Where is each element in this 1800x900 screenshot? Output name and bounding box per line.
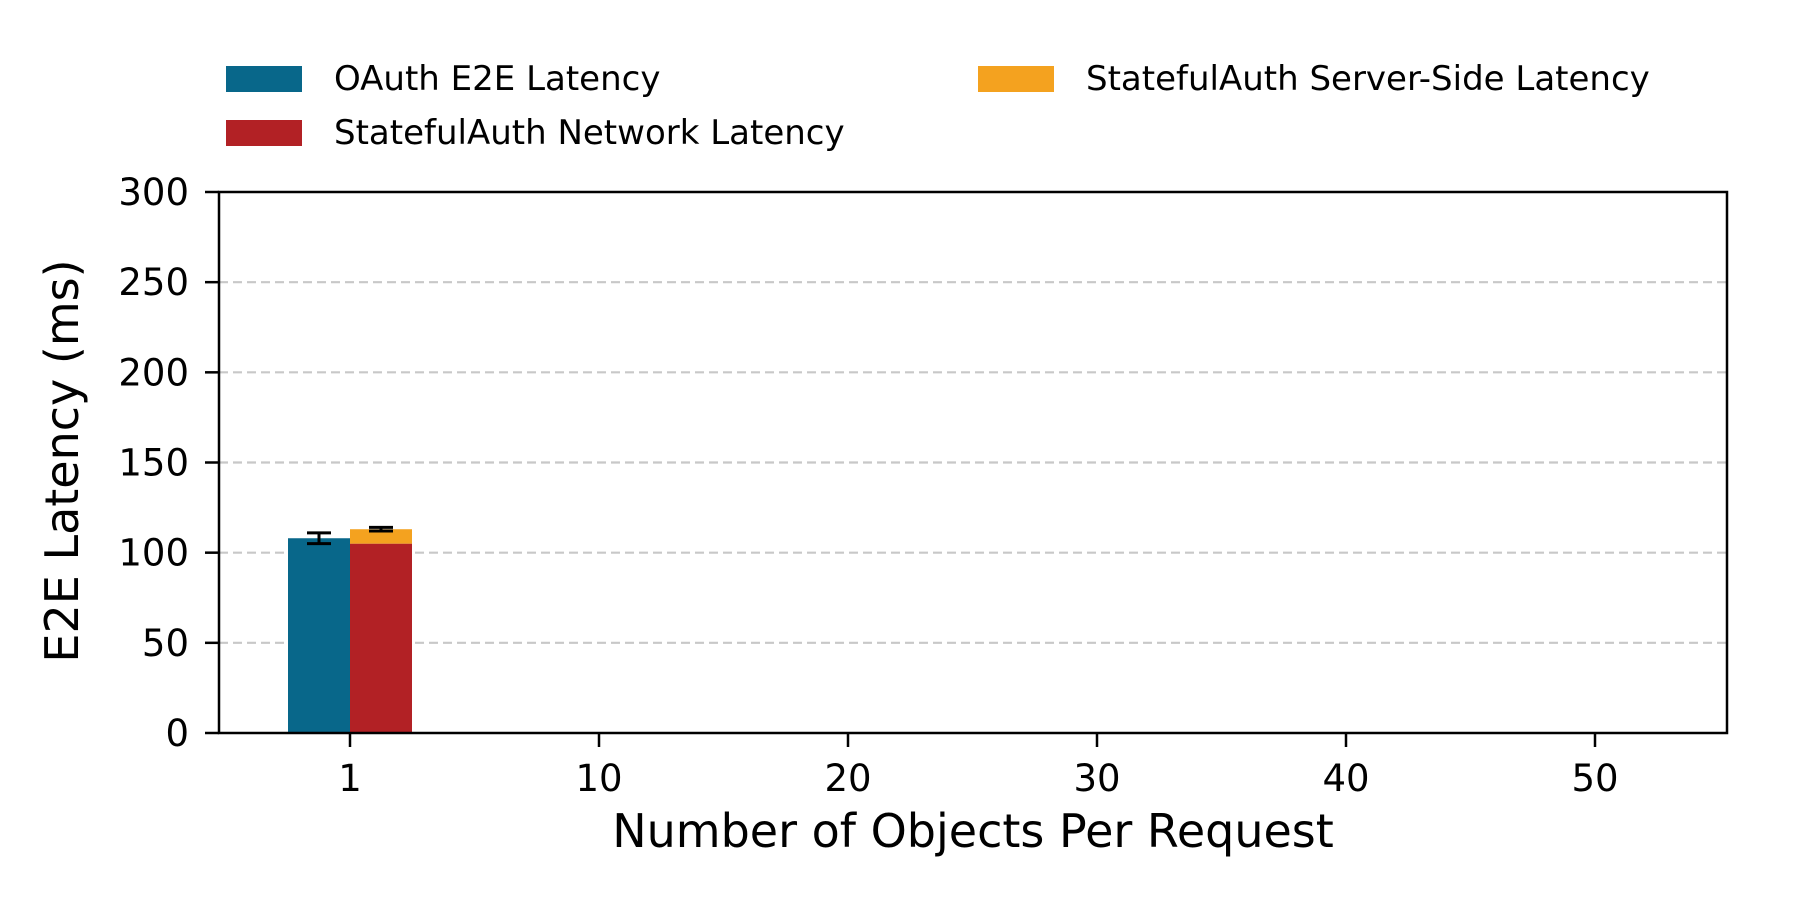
- y-tick-label: 300: [118, 171, 189, 214]
- y-axis: 0 50 100 150 200 250 300: [118, 171, 219, 755]
- x-tick-label: 1: [338, 757, 362, 800]
- y-tick-label: 0: [165, 712, 189, 755]
- error-bars: [307, 525, 1641, 734]
- legend-label: StatefulAuth Server-Side Latency: [1086, 59, 1650, 99]
- legend-swatch: [226, 66, 302, 92]
- legend-swatch: [978, 66, 1054, 92]
- bar-statefulauth-network-latency: [350, 543, 412, 733]
- x-tick-label: 40: [1322, 757, 1369, 800]
- legend-label: StatefulAuth Network Latency: [334, 113, 845, 153]
- y-tick-label: 150: [118, 442, 189, 485]
- bars: [288, 529, 412, 733]
- x-axis: 1 10 20 30 40 50: [338, 733, 1619, 800]
- y-tick-label: 200: [118, 351, 189, 394]
- latency-bar-chart: 0 50 100 150 200 250 300 1 10 20 30 40 50 Number of…: [35, 59, 1729, 858]
- x-axis-title: Number of Objects Per Request: [612, 804, 1334, 858]
- x-tick-label: 30: [1073, 757, 1120, 800]
- x-tick-label: 20: [824, 757, 871, 800]
- bar-oauth-e2e-latency: [288, 538, 350, 733]
- x-tick-label: 10: [575, 757, 622, 800]
- y-tick-label: 250: [118, 261, 189, 304]
- gridlines: [219, 281, 1727, 644]
- y-tick-label: 100: [118, 532, 189, 575]
- y-tick-label: 50: [142, 622, 189, 665]
- legend-label: OAuth E2E Latency: [334, 59, 660, 99]
- legend: OAuth E2E Latency StatefulAuth Network La…: [226, 59, 1650, 153]
- y-axis-title: E2E Latency (ms): [35, 259, 89, 662]
- legend-swatch: [226, 120, 302, 146]
- x-tick-label: 50: [1571, 757, 1618, 800]
